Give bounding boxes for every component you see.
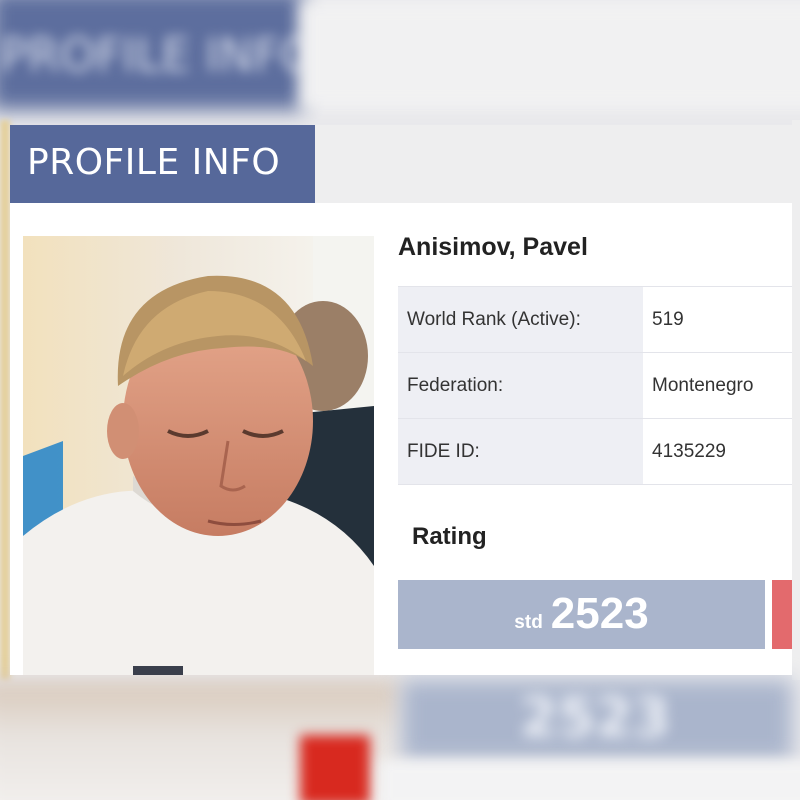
info-label: Federation: — [398, 352, 643, 419]
info-value: 4135229 — [643, 418, 792, 485]
info-row-world-rank: World Rank (Active): 519 — [398, 286, 792, 353]
standard-rating-box: std 2523 — [398, 580, 765, 649]
standard-rating: std 2523 — [398, 589, 765, 639]
rating-value: 2523 — [550, 589, 649, 638]
backdrop-rating-text: 2523 — [520, 686, 671, 749]
backdrop-right-strip — [792, 120, 800, 680]
info-label: FIDE ID: — [398, 418, 643, 485]
rapid-rating-box-edge — [772, 580, 792, 649]
backdrop-left-strip — [0, 120, 10, 680]
rating-type-label: std — [514, 612, 543, 633]
rating-heading: Rating — [412, 523, 487, 550]
backdrop-header-strip — [300, 0, 800, 110]
info-row-fide-id: FIDE ID: 4135229 — [398, 418, 792, 485]
card-header: PROFILE INFO — [10, 125, 792, 203]
info-label: World Rank (Active): — [398, 286, 643, 353]
backdrop-fill — [380, 760, 800, 800]
profile-card: PROFILE INFO Anisimov, Pavel World Rank … — [10, 125, 792, 675]
player-photo — [23, 236, 374, 675]
info-value: 519 — [643, 286, 792, 353]
info-row-federation: Federation: Montenegro — [398, 352, 792, 419]
backdrop-title-text: PROFILE INFO — [0, 28, 316, 82]
player-name: Anisimov, Pavel — [398, 233, 588, 261]
header-title-box: PROFILE INFO — [10, 125, 315, 203]
page-title: PROFILE INFO — [27, 142, 281, 183]
info-value: Montenegro — [643, 352, 792, 419]
player-info-table: World Rank (Active): 519 Federation: Mon… — [398, 286, 792, 485]
backdrop-flag — [300, 735, 370, 800]
